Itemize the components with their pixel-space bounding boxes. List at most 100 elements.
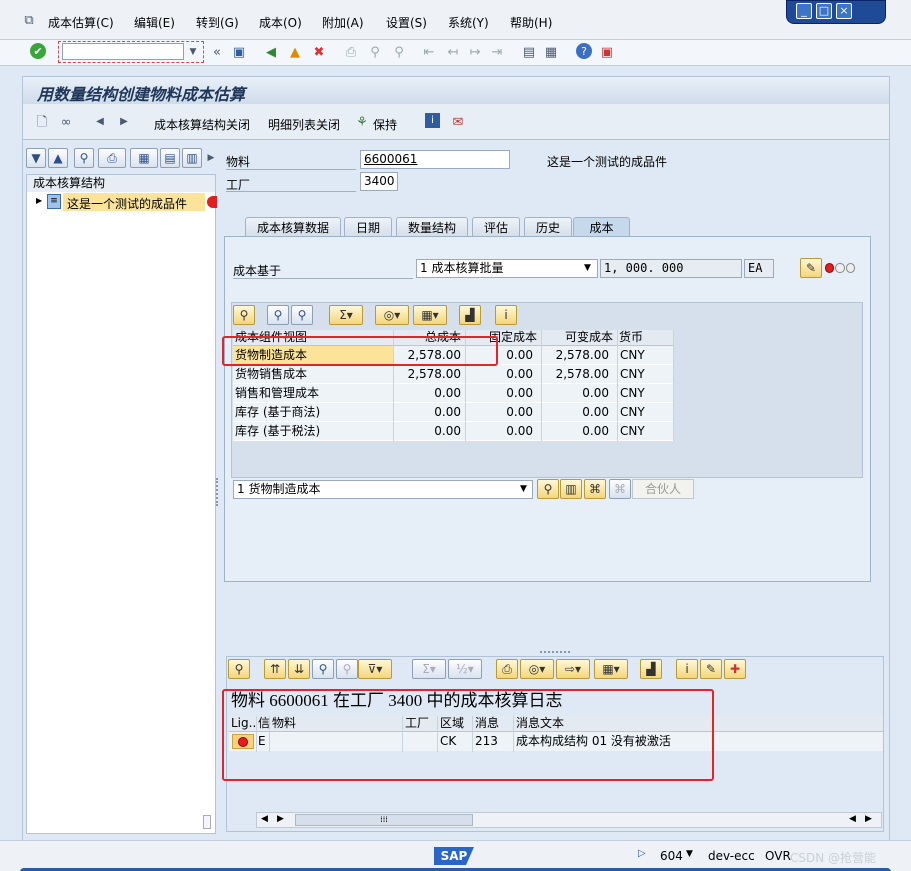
- log-add-icon[interactable]: ✚: [724, 659, 746, 679]
- menu-extras[interactable]: 附加(A): [322, 14, 364, 31]
- tree-expander-icon[interactable]: ▶: [36, 196, 42, 205]
- log-find-next-icon[interactable]: ⚲: [336, 659, 358, 679]
- find-next-icon[interactable]: ⚲: [390, 43, 408, 61]
- more-arrow-icon[interactable]: ▶: [202, 149, 220, 167]
- save-icon[interactable]: ▣: [230, 43, 248, 61]
- filter-icon[interactable]: ⊽▾: [358, 659, 392, 679]
- minimize-button[interactable]: _: [796, 3, 812, 19]
- keep-icon[interactable]: ⚘: [353, 113, 371, 131]
- enter-icon[interactable]: ✔: [30, 43, 46, 59]
- settings-tree-icon[interactable]: ▥: [182, 148, 202, 168]
- view-dropdown-icon[interactable]: ▼: [520, 484, 527, 494]
- menu-edit[interactable]: 编辑(E): [134, 14, 175, 31]
- tab-dates[interactable]: 日期: [344, 217, 392, 237]
- log-hscrollbar[interactable]: ◀ ▶ ⁞⁞⁞ ◀ ▶: [256, 812, 882, 828]
- graphic-icon[interactable]: ▟: [459, 305, 481, 325]
- plant-field[interactable]: 3400: [360, 172, 398, 191]
- prev-icon[interactable]: ◀: [91, 113, 109, 131]
- close-detail-button[interactable]: 明细列表关闭: [268, 116, 340, 133]
- first-page-icon[interactable]: ⇤: [420, 43, 438, 61]
- log-layout-icon[interactable]: ▦▾: [594, 659, 628, 679]
- cost-basis-dropdown-icon[interactable]: ▼: [584, 263, 591, 273]
- log-subtotal-icon[interactable]: ½▾: [448, 659, 482, 679]
- last-page-icon[interactable]: ⇥: [488, 43, 506, 61]
- grid-info-icon[interactable]: i: [495, 305, 517, 325]
- log-view-icon[interactable]: ◎▾: [520, 659, 554, 679]
- collapse-all-icon[interactable]: ▲: [48, 148, 68, 168]
- expand-all-icon[interactable]: ▼: [26, 148, 46, 168]
- log-export-icon[interactable]: ⇨▾: [556, 659, 590, 679]
- export-tree-icon[interactable]: ▤: [160, 148, 180, 168]
- find-tree-icon[interactable]: ⚲: [74, 148, 94, 168]
- scroll-left-end-icon[interactable]: ◀: [849, 814, 856, 824]
- new-session-icon[interactable]: ▤: [520, 43, 538, 61]
- sum-icon[interactable]: Σ▾: [329, 305, 363, 325]
- sort-desc-icon[interactable]: ⇊: [288, 659, 310, 679]
- material-field[interactable]: 6600061: [360, 150, 510, 169]
- sort-asc-icon[interactable]: ⇈: [264, 659, 286, 679]
- tree-item-label[interactable]: 这是一个测试的成品件: [67, 195, 187, 212]
- messages-icon[interactable]: ✉: [449, 113, 467, 131]
- close-window-button[interactable]: ×: [836, 3, 852, 19]
- command-dropdown-icon[interactable]: ▼: [184, 43, 202, 61]
- shortcut-icon[interactable]: ▦: [542, 43, 560, 61]
- view-select[interactable]: 1 货物制造成本: [233, 480, 533, 499]
- partner-button[interactable]: 合伙人: [632, 479, 694, 499]
- log-graphic-icon[interactable]: ▟: [640, 659, 662, 679]
- next-icon[interactable]: ▶: [115, 113, 133, 131]
- menu-help[interactable]: 帮助(H): [510, 14, 552, 31]
- customize-layout-icon[interactable]: ▣: [598, 43, 616, 61]
- log-find-icon[interactable]: ⚲: [312, 659, 334, 679]
- detail-icon[interactable]: ⚲: [233, 305, 255, 325]
- exit-icon[interactable]: ▲: [286, 43, 304, 61]
- tab-costing-data[interactable]: 成本核算数据: [245, 217, 341, 237]
- scroll-right-end-icon[interactable]: ▶: [865, 814, 872, 824]
- info-icon[interactable]: i: [425, 113, 440, 128]
- command-field[interactable]: [62, 43, 184, 60]
- print-icon[interactable]: ⎙: [342, 43, 360, 61]
- app-menu-icon[interactable]: ⧉: [20, 11, 38, 29]
- glasses-icon[interactable]: ∞: [57, 113, 75, 131]
- view-hierarchy-icon[interactable]: ⌘: [584, 479, 606, 499]
- tab-qty-structure[interactable]: 数量结构: [396, 217, 468, 237]
- scroll-right-icon[interactable]: ▶: [277, 814, 284, 824]
- keep-button[interactable]: 保持: [373, 116, 397, 133]
- layout-grid-icon[interactable]: ▦▾: [413, 305, 447, 325]
- tab-valuation[interactable]: 评估: [472, 217, 520, 237]
- splitter-handle[interactable]: [216, 478, 219, 506]
- log-button-icon[interactable]: ✎: [800, 258, 822, 278]
- session-dropdown-icon[interactable]: ▼: [686, 849, 693, 859]
- log-info-icon[interactable]: i: [676, 659, 698, 679]
- partner-hierarchy-icon[interactable]: ⌘: [609, 479, 631, 499]
- log-longtext-icon[interactable]: ✎: [700, 659, 722, 679]
- log-sum-icon[interactable]: Σ▾: [412, 659, 446, 679]
- status-expand-icon[interactable]: ▷: [638, 848, 646, 859]
- log-print-icon[interactable]: ⎙: [496, 659, 518, 679]
- menu-settings[interactable]: 设置(S): [386, 14, 427, 31]
- scroll-left-icon[interactable]: ◀: [261, 814, 268, 824]
- view-table-icon[interactable]: ▥: [560, 479, 582, 499]
- close-structure-button[interactable]: 成本核算结构关闭: [154, 116, 250, 133]
- prev-page-icon[interactable]: ↤: [444, 43, 462, 61]
- maximize-button[interactable]: □: [816, 3, 832, 19]
- menu-goto[interactable]: 转到(G): [196, 14, 239, 31]
- grid-col-variable[interactable]: 可变成本: [541, 328, 617, 347]
- next-page-icon[interactable]: ↦: [466, 43, 484, 61]
- cancel-icon[interactable]: ✖: [310, 43, 328, 61]
- view-detail-icon[interactable]: ⚲: [537, 479, 559, 499]
- print-tree-icon[interactable]: ⎙: [98, 148, 126, 168]
- double-left-icon[interactable]: «: [208, 43, 226, 61]
- menu-cost[interactable]: 成本(O): [259, 14, 302, 31]
- tree-scrollbar[interactable]: [203, 815, 211, 829]
- new-document-icon[interactable]: 🗋: [33, 113, 51, 131]
- tab-costs[interactable]: 成本: [573, 217, 630, 237]
- cost-basis-select[interactable]: 1 成本核算批量: [416, 259, 598, 278]
- tab-history[interactable]: 历史: [524, 217, 572, 237]
- help-icon[interactable]: ?: [576, 43, 592, 59]
- menu-cost-estimate[interactable]: 成本估算(C): [48, 14, 114, 31]
- layout-tree-icon[interactable]: ▦: [130, 148, 158, 168]
- scroll-thumb[interactable]: ⁞⁞⁞: [295, 814, 473, 826]
- menu-system[interactable]: 系统(Y): [448, 14, 489, 31]
- view-icon[interactable]: ◎▾: [375, 305, 409, 325]
- log-detail-icon[interactable]: ⚲: [228, 659, 250, 679]
